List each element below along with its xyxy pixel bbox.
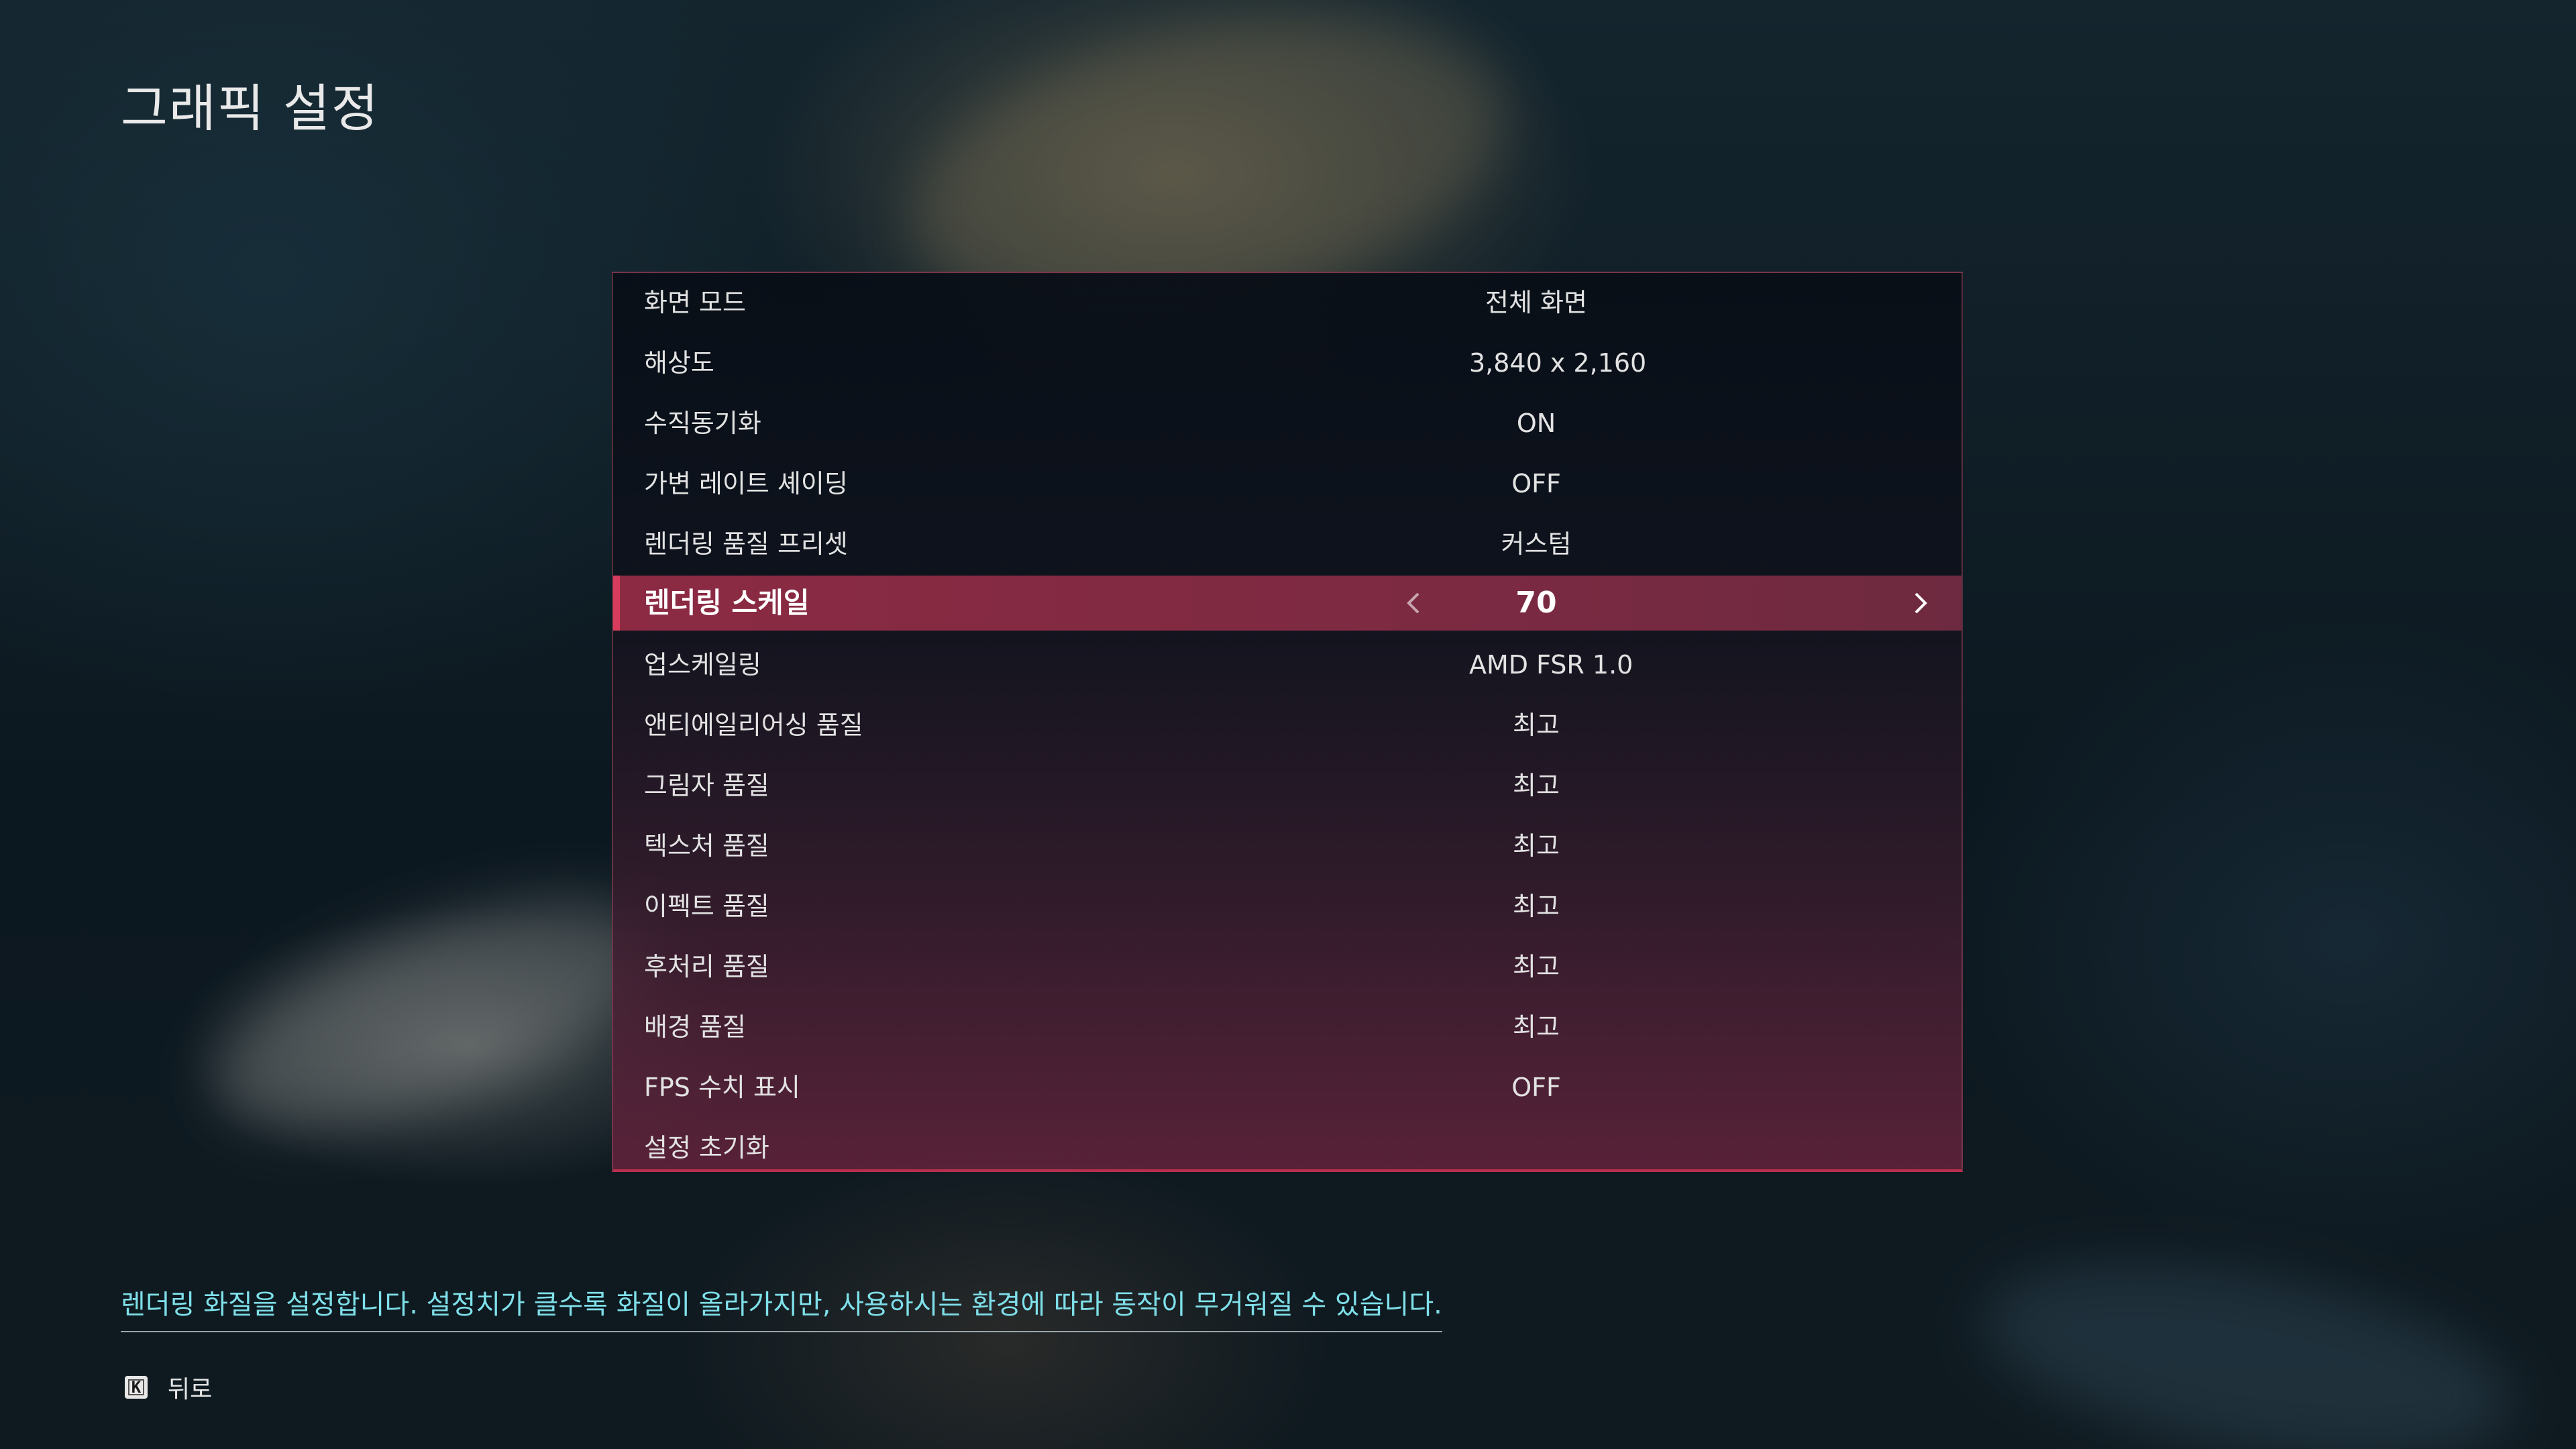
setting-label: 가변 레이트 셰이딩 [644,469,848,498]
chevron-right-icon[interactable] [1907,590,1933,616]
setting-label: 해상도 [644,348,714,378]
setting-label: 앤티에일리어싱 품질 [644,710,863,740]
setting-label: 설정 초기화 [644,1133,769,1163]
setting-label: FPS 수치 표시 [644,1073,800,1102]
setting-label: 그림자 품질 [644,771,769,800]
setting-row-post-processing-quality[interactable]: 후처리 품질 최고 [613,939,1962,994]
background-blur-shape [1968,1229,2527,1449]
setting-value: AMD FSR 1.0 [1469,650,1633,680]
setting-row-texture-quality[interactable]: 텍스처 품질 최고 [613,818,1962,873]
setting-row-variable-rate-shading[interactable]: 가변 레이트 셰이딩 OFF [613,456,1962,511]
setting-label: 수직동기화 [644,409,761,438]
page-title: 그래픽 설정 [121,78,380,138]
setting-value: 최고 [1513,831,1560,861]
setting-label: 렌더링 품질 프리셋 [644,529,848,559]
setting-label: 후처리 품질 [644,952,769,981]
setting-value [1469,1120,1603,1175]
setting-row-background-quality[interactable]: 배경 품질 최고 [613,1000,1962,1055]
setting-row-render-scale[interactable]: 렌더링 스케일 70 [613,576,1962,631]
setting-value: 커스텀 [1501,529,1572,559]
setting-value: 최고 [1513,952,1560,981]
setting-value: 최고 [1513,1012,1560,1042]
setting-label: 렌더링 스케일 [644,586,810,619]
setting-row-effect-quality[interactable]: 이펙트 품질 최고 [613,879,1962,934]
setting-value: 전체 화면 [1485,288,1587,317]
setting-value: OFF [1511,1073,1561,1102]
setting-value: OFF [1511,469,1561,498]
back-label: 뒤로 [168,1376,213,1403]
setting-row-resolution[interactable]: 해상도 3,840 x 2,160 [613,335,1962,390]
setting-value: 최고 [1513,771,1560,800]
back-button[interactable]: K 뒤로 [125,1373,213,1403]
setting-value: ON [1516,409,1556,438]
game-settings-screen: 그래픽 설정 화면 모드 전체 화면 해상도 3,840 x 2,160 수직동… [0,0,2576,1449]
setting-value: 70 [1515,586,1557,620]
setting-row-render-quality-preset[interactable]: 렌더링 품질 프리셋 커스텀 [613,517,1962,572]
keyboard-key-icon: K [125,1376,148,1399]
help-description: 렌더링 화질을 설정합니다. 설정치가 클수록 화질이 올라가지만, 사용하시는… [121,1283,1442,1332]
setting-value: 3,840 x 2,160 [1469,348,1647,378]
setting-value: 최고 [1513,892,1560,921]
setting-label: 배경 품질 [644,1012,746,1042]
setting-row-antialiasing-quality[interactable]: 앤티에일리어싱 품질 최고 [613,698,1962,753]
setting-label: 업스케일링 [644,650,761,680]
setting-label: 화면 모드 [644,288,746,317]
setting-label: 이펙트 품질 [644,892,769,921]
setting-row-vsync[interactable]: 수직동기화 ON [613,396,1962,451]
settings-list: 화면 모드 전체 화면 해상도 3,840 x 2,160 수직동기화 ON 가… [612,272,1963,1172]
setting-row-fps-display[interactable]: FPS 수치 표시 OFF [613,1060,1962,1115]
setting-label: 텍스처 품질 [644,831,769,861]
setting-value: 최고 [1513,710,1560,740]
chevron-left-icon[interactable] [1401,590,1428,616]
setting-row-reset-settings[interactable]: 설정 초기화 [613,1120,1962,1175]
setting-row-upscaling[interactable]: 업스케일링 AMD FSR 1.0 [613,637,1962,692]
setting-row-shadow-quality[interactable]: 그림자 품질 최고 [613,758,1962,813]
setting-row-display-mode[interactable]: 화면 모드 전체 화면 [613,275,1962,330]
